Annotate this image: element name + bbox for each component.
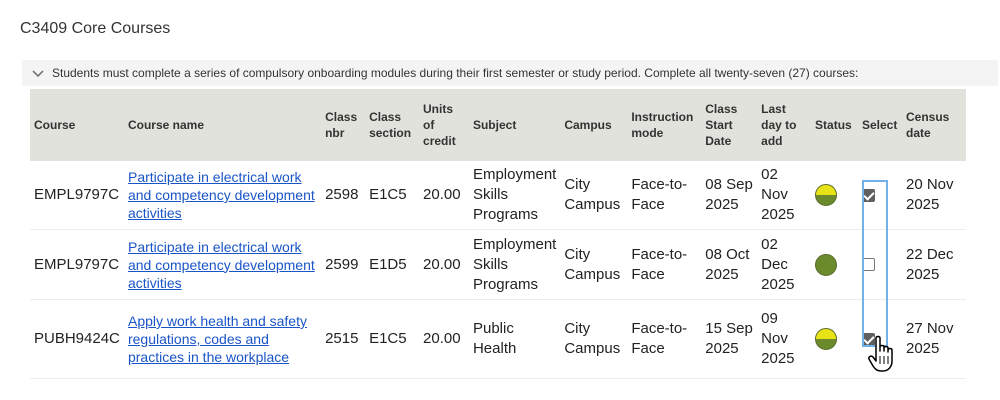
- header-select: Select: [858, 89, 902, 161]
- cell-units: 20.00: [419, 299, 469, 379]
- header-status: Status: [811, 89, 858, 161]
- header-subject: Subject: [468, 89, 561, 161]
- cell-class-nbr: 2599: [321, 229, 366, 300]
- cell-course: EMPL9797C: [30, 229, 124, 300]
- table-row: PUBH9424C Apply work health and safety r…: [30, 299, 966, 379]
- cell-units: 20.00: [419, 229, 469, 300]
- cell-class-nbr: 2598: [321, 161, 366, 230]
- header-class-start-date: Class Start Date: [701, 89, 758, 161]
- cell-course: PUBH9424C: [30, 299, 124, 379]
- table-row: EMPL9797C Participate in electrical work…: [30, 229, 966, 300]
- cell-last-day-to-add: 02 Dec 2025: [757, 229, 812, 300]
- course-name-link[interactable]: Participate in electrical work and compe…: [128, 168, 317, 222]
- table-row: EMPL9797C Participate in electrical work…: [30, 161, 966, 230]
- status-half-icon: [815, 328, 838, 350]
- courses-table: Course Course name Class nbr Class secti…: [30, 89, 966, 379]
- header-instruction-mode: Instruction mode: [627, 89, 702, 161]
- cell-subject: Employment Skills Programs: [468, 229, 561, 300]
- notice-bar[interactable]: Students must complete a series of compu…: [22, 60, 998, 86]
- cell-last-day-to-add: 09 Nov 2025: [757, 299, 812, 379]
- cell-subject: Employment Skills Programs: [468, 161, 561, 230]
- select-checkbox[interactable]: [862, 258, 875, 272]
- cell-census-date: 22 Dec 2025: [901, 229, 966, 300]
- cell-subject: Public Health: [468, 299, 561, 379]
- select-checkbox[interactable]: [862, 188, 875, 202]
- course-name-link[interactable]: Participate in electrical work and compe…: [128, 238, 317, 292]
- select-checkbox[interactable]: [862, 332, 875, 346]
- cell-campus: City Campus: [560, 299, 628, 379]
- cell-class-nbr: 2515: [321, 299, 366, 379]
- cell-instruction-mode: Face-to-Face: [627, 161, 702, 230]
- header-campus: Campus: [560, 89, 628, 161]
- cell-start-date: 08 Sep 2025: [701, 161, 758, 230]
- cell-start-date: 08 Oct 2025: [701, 229, 758, 300]
- notice-text: Students must complete a series of compu…: [52, 66, 859, 80]
- header-units-of-credit: Units of credit: [419, 89, 469, 161]
- header-course: Course: [30, 89, 124, 161]
- header-census-date: Census date: [901, 89, 966, 161]
- header-last-day-to-add: Last day to add: [757, 89, 812, 161]
- header-class-nbr: Class nbr: [321, 89, 366, 161]
- header-course-name: Course name: [123, 89, 322, 161]
- cell-census-date: 20 Nov 2025: [901, 161, 966, 230]
- cell-course: EMPL9797C: [30, 161, 124, 230]
- header-class-section: Class section: [365, 89, 420, 161]
- status-green-icon: [815, 253, 838, 276]
- page-title: C3409 Core Courses: [20, 20, 171, 37]
- cell-last-day-to-add: 02 Nov 2025: [757, 161, 812, 230]
- cell-campus: City Campus: [560, 229, 628, 300]
- cell-class-section: E1C5: [365, 161, 420, 230]
- course-name-link[interactable]: Apply work health and safety regulations…: [128, 312, 317, 366]
- cell-units: 20.00: [419, 161, 469, 230]
- cell-class-section: E1C5: [365, 299, 420, 379]
- chevron-down-icon[interactable]: [30, 65, 46, 81]
- status-half-icon: [815, 184, 838, 206]
- cell-campus: City Campus: [560, 161, 628, 230]
- cell-start-date: 15 Sep 2025: [701, 299, 758, 379]
- cell-class-section: E1D5: [365, 229, 420, 300]
- table-header-row: Course Course name Class nbr Class secti…: [30, 89, 966, 161]
- cell-instruction-mode: Face-to-Face: [627, 229, 702, 300]
- cell-census-date: 27 Nov 2025: [901, 299, 966, 379]
- cell-instruction-mode: Face-to-Face: [627, 299, 702, 379]
